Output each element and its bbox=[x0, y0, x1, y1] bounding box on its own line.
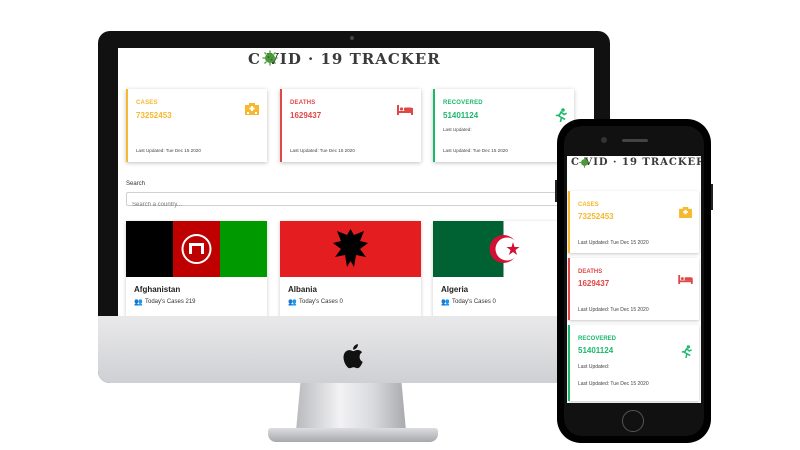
running-person-icon bbox=[681, 345, 692, 358]
country-name: Algeria bbox=[441, 285, 469, 294]
recovered-label: RECOVERED bbox=[578, 336, 617, 342]
running-person-icon bbox=[555, 108, 567, 122]
deaths-label: DEATHS bbox=[578, 269, 603, 275]
virus-icon bbox=[579, 157, 590, 168]
cases-card: CASES 73252453 Last Updated: Tue Dec 15 … bbox=[126, 89, 267, 162]
cases-updated: Last Updated: Tue Dec 15 2020 bbox=[578, 240, 649, 246]
search-input[interactable] bbox=[127, 199, 565, 211]
country-card-algeria[interactable]: Algeria 👥 Today's Cases 0 bbox=[433, 221, 574, 316]
recovered-card: RECOVERED 51401124 Last Updated: Last Up… bbox=[568, 325, 699, 401]
people-icon: 👥 bbox=[134, 299, 143, 306]
recovered-value: 51401124 bbox=[578, 346, 614, 355]
recovered-updated-prefix: Last Updated: bbox=[443, 127, 472, 132]
phone-speaker bbox=[622, 139, 648, 142]
camera-dot bbox=[350, 36, 354, 40]
mobile-screen: C VID · 19 TRACKER CASES 73252453 Last U… bbox=[567, 156, 701, 403]
app-logo: C VID · 19 TRACKER bbox=[571, 157, 701, 168]
deaths-label: DEATHS bbox=[290, 100, 316, 106]
apple-logo-icon bbox=[343, 344, 363, 369]
country-card-albania[interactable]: Albania 👥 Today's Cases 0 bbox=[280, 221, 421, 316]
bed-icon bbox=[397, 105, 413, 115]
recovered-label: RECOVERED bbox=[443, 100, 483, 106]
hospital-icon bbox=[245, 103, 259, 115]
cases-updated: Last Updated: Tue Dec 15 2020 bbox=[136, 148, 201, 153]
country-name: Afghanistan bbox=[134, 285, 181, 294]
country-name: Albania bbox=[288, 285, 317, 294]
recovered-updated: Last Updated: Tue Dec 15 2020 bbox=[578, 381, 649, 387]
deaths-updated: Last Updated: Tue Dec 15 2020 bbox=[290, 148, 355, 153]
phone-home-button[interactable] bbox=[622, 410, 644, 432]
desktop-screen: C VID · 19 TRACKER CASES 73252453 Last U… bbox=[118, 48, 594, 316]
hospital-icon bbox=[679, 207, 692, 218]
search-label: Search bbox=[126, 181, 146, 187]
cases-label: CASES bbox=[578, 202, 599, 208]
imac-stand-base bbox=[268, 428, 438, 442]
deaths-value: 1629437 bbox=[578, 279, 610, 288]
recovered-updated-prefix: Last Updated: bbox=[578, 364, 610, 370]
afghanistan-flag bbox=[126, 221, 267, 277]
recovered-card: RECOVERED 51401124 Last Updated: Last Up… bbox=[433, 89, 574, 162]
cases-label: CASES bbox=[136, 100, 158, 106]
deaths-card: DEATHS 1629437 Last Updated: Tue Dec 15 … bbox=[568, 258, 699, 320]
bed-icon bbox=[678, 275, 693, 284]
deaths-value: 1629437 bbox=[290, 111, 322, 120]
phone-camera bbox=[601, 137, 607, 143]
recovered-value: 51401124 bbox=[443, 111, 479, 120]
country-today-cases: Today's Cases 219 bbox=[145, 299, 196, 305]
cases-card: CASES 73252453 Last Updated: Tue Dec 15 … bbox=[568, 191, 699, 253]
cases-value: 73252453 bbox=[136, 111, 172, 120]
country-today-cases: Today's Cases 0 bbox=[452, 299, 496, 305]
country-today-cases: Today's Cases 0 bbox=[299, 299, 343, 305]
recovered-updated: Last Updated: Tue Dec 15 2020 bbox=[443, 148, 508, 153]
deaths-updated: Last Updated: Tue Dec 15 2020 bbox=[578, 307, 649, 313]
people-icon: 👥 bbox=[288, 299, 297, 306]
algeria-flag bbox=[433, 221, 574, 277]
app-title: C VID · 19 TRACKER bbox=[571, 157, 701, 168]
deaths-card: DEATHS 1629437 Last Updated: Tue Dec 15 … bbox=[280, 89, 421, 162]
people-icon: 👥 bbox=[441, 299, 450, 306]
country-card-afghanistan[interactable]: Afghanistan 👥 Today's Cases 219 bbox=[126, 221, 267, 316]
albania-flag bbox=[280, 221, 421, 277]
phone-side-button bbox=[711, 184, 713, 210]
virus-icon bbox=[262, 50, 278, 66]
cases-value: 73252453 bbox=[578, 212, 614, 221]
search-box bbox=[126, 192, 566, 211]
imac-stand bbox=[296, 383, 406, 431]
